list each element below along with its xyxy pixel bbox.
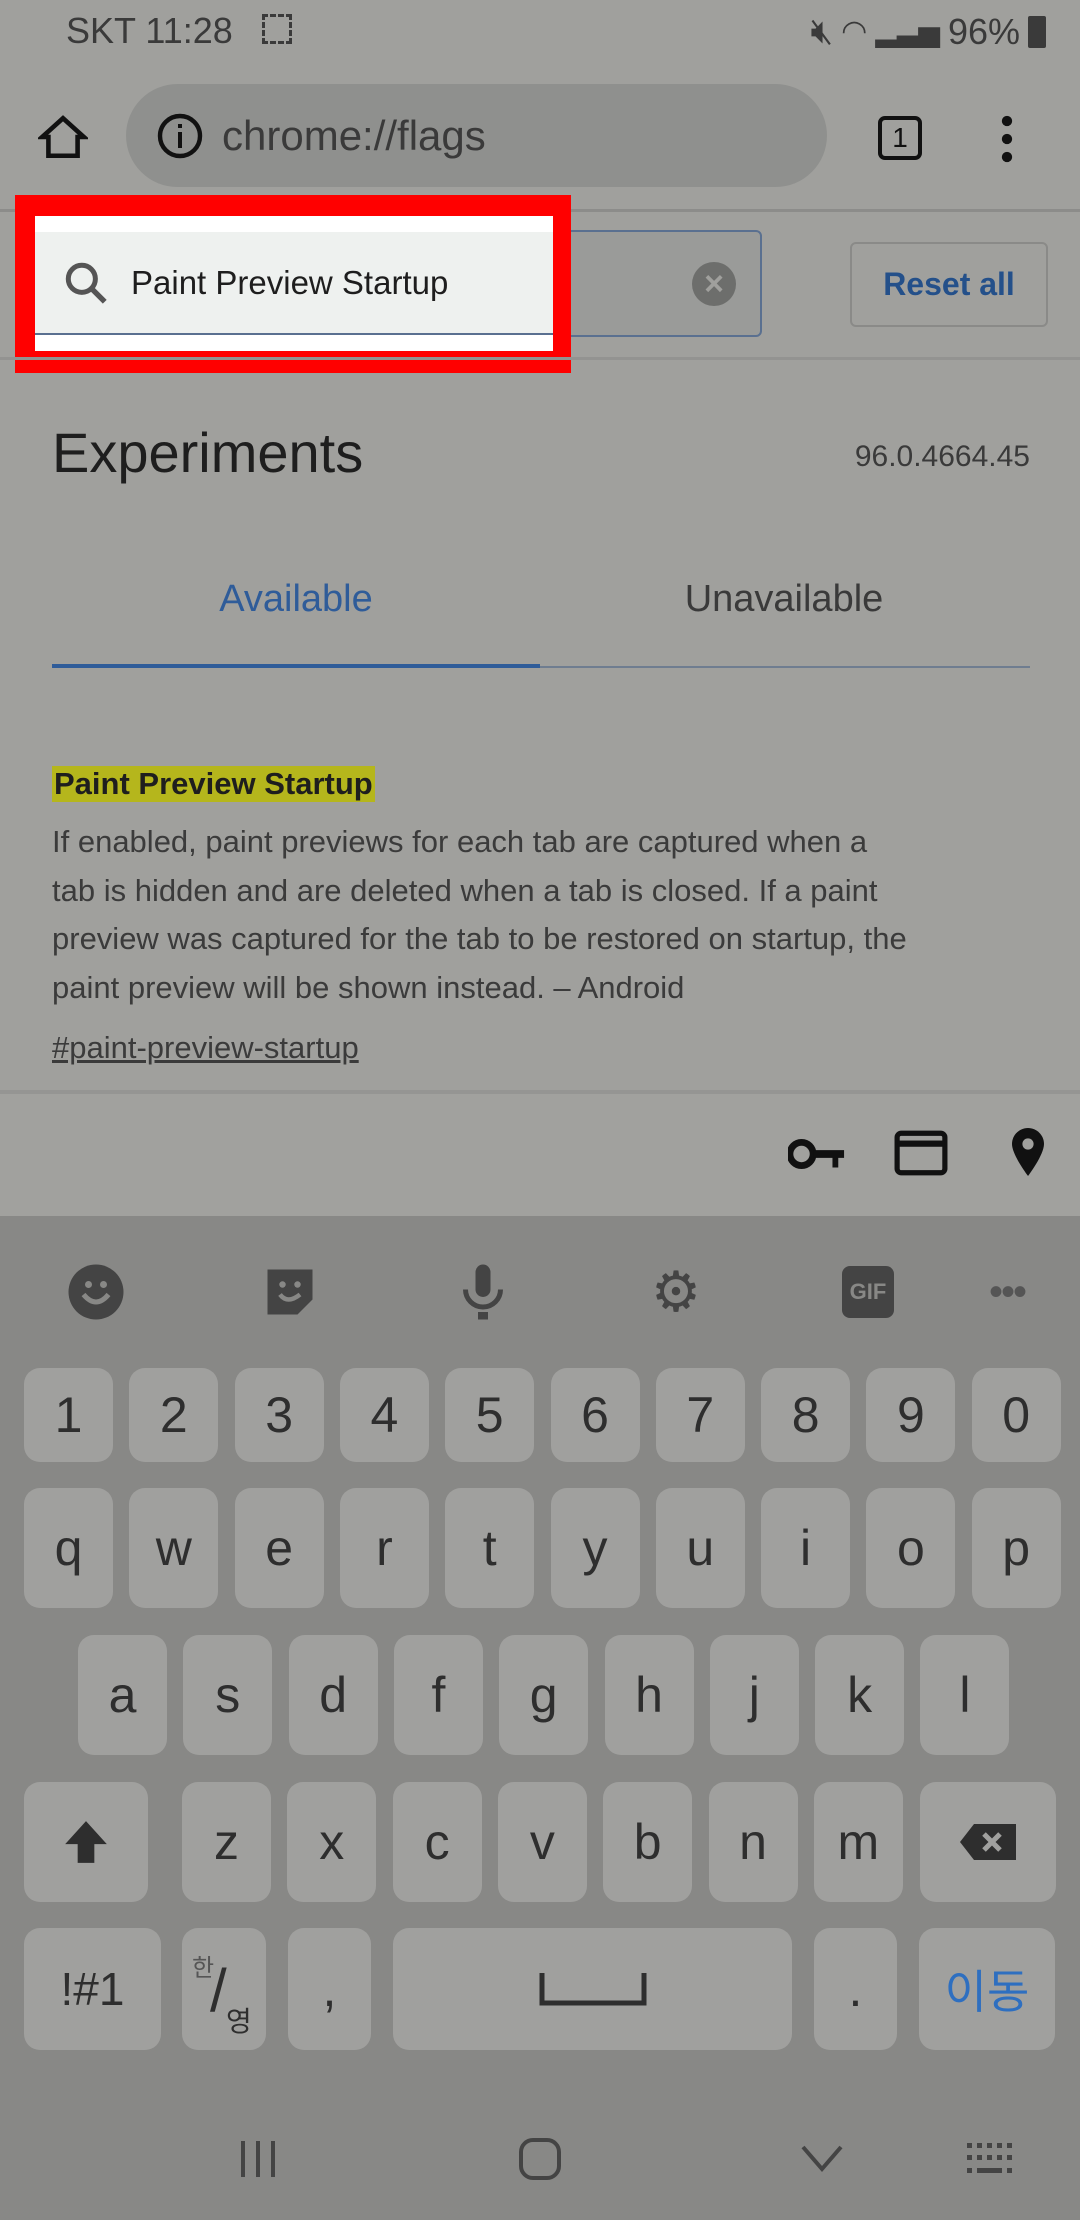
key-l[interactable]: l [920,1635,1010,1755]
key-x[interactable]: x [287,1782,377,1902]
wifi-icon: ◠ [841,15,868,48]
search-icon [65,262,107,304]
key-4[interactable]: 4 [339,1368,429,1462]
key-v[interactable]: v [497,1782,587,1902]
recents-icon[interactable] [223,2124,293,2194]
settings-icon[interactable]: ⚙ [646,1260,706,1323]
key-8[interactable]: 8 [761,1368,851,1462]
active-tab-indicator [52,664,540,668]
back-icon[interactable] [787,2124,857,2194]
browser-toolbar: chrome://flags 1 [0,60,1080,210]
tab-unavailable[interactable]: Unavailable [540,578,1028,621]
info-icon[interactable] [156,112,204,160]
key-6[interactable]: 6 [550,1368,640,1462]
shift-key[interactable] [24,1782,148,1902]
key-o[interactable]: o [866,1488,956,1608]
key-2[interactable]: 2 [129,1368,219,1462]
microphone-icon[interactable] [453,1262,513,1322]
key-y[interactable]: y [550,1488,640,1608]
backspace-icon [960,1824,1016,1860]
space-key[interactable] [393,1928,792,2050]
clear-search-icon[interactable]: × [692,262,736,306]
key-s[interactable]: s [183,1635,273,1755]
key-e[interactable]: e [234,1488,324,1608]
url-bar[interactable]: chrome://flags [126,84,827,187]
key-u[interactable]: u [655,1488,745,1608]
carrier-time: SKT 11:28 [66,10,233,51]
key-c[interactable]: c [392,1782,482,1902]
tab-available[interactable]: Available [52,578,540,621]
mute-icon: 🔇︎ [810,10,834,51]
key-a[interactable]: a [78,1635,167,1755]
reset-all-button[interactable]: Reset all [850,242,1048,327]
key-f[interactable]: f [393,1635,483,1755]
autofill-bar [0,1090,1080,1216]
tab-switcher-icon[interactable]: 1 [878,116,922,160]
key-z[interactable]: z [182,1782,271,1902]
gif-icon[interactable]: GIF [842,1266,894,1318]
key-r[interactable]: r [339,1488,429,1608]
page-title: Experiments [52,421,364,484]
flag-name: Paint Preview Startup [52,766,375,802]
screenshot-icon [262,14,292,44]
key-g[interactable]: g [499,1635,589,1755]
home-icon[interactable] [505,2124,575,2194]
key-5[interactable]: 5 [445,1368,535,1462]
battery-text: 96% [947,10,1020,52]
key-q[interactable]: q [24,1488,113,1608]
language-switch-key[interactable]: 한 / 영 [182,1928,266,2050]
key-b[interactable]: b [603,1782,693,1902]
key-p[interactable]: p [971,1488,1061,1608]
symbols-key[interactable]: !#1 [24,1928,161,2050]
location-pin-icon[interactable] [1012,1128,1044,1176]
go-key[interactable]: 이동 [919,1928,1055,2050]
key-h[interactable]: h [604,1635,694,1755]
key-0[interactable]: 0 [971,1368,1061,1462]
comma-key[interactable]: , [288,1928,371,2050]
key-icon[interactable] [788,1134,846,1174]
key-3[interactable]: 3 [234,1368,324,1462]
space-icon [539,1973,646,2006]
sticker-icon[interactable] [260,1262,320,1322]
keyboard-switch-icon[interactable] [955,2124,1025,2194]
search-input[interactable]: Paint Preview Startup [35,232,553,335]
key-n[interactable]: n [708,1782,798,1902]
key-w[interactable]: w [129,1488,219,1608]
more-horiz-icon[interactable]: ••• [977,1262,1037,1322]
more-vert-icon[interactable] [990,112,1024,166]
key-m[interactable]: m [813,1782,903,1902]
key-j[interactable]: j [709,1635,799,1755]
flag-description: If enabled, paint previews for each tab … [52,824,907,1005]
key-d[interactable]: d [288,1635,378,1755]
period-key[interactable]: . [814,1928,897,2050]
signal-icon: ▂▃▅ [875,16,940,47]
key-k[interactable]: k [815,1635,905,1755]
url-text: chrome://flags [222,111,486,159]
backspace-key[interactable] [920,1782,1056,1902]
version-label: 96.0.4664.45 [854,440,1030,473]
key-1[interactable]: 1 [24,1368,113,1462]
key-7[interactable]: 7 [655,1368,745,1462]
status-bar: SKT 11:28 🔇︎ ◠ ▂▃▅ 96% [0,0,1080,60]
shift-icon [65,1821,107,1863]
credit-card-icon[interactable] [894,1130,948,1176]
key-t[interactable]: t [445,1488,535,1608]
emoji-icon[interactable] [66,1262,126,1322]
search-value: Paint Preview Startup [131,263,449,301]
home-icon[interactable] [38,112,88,162]
key-9[interactable]: 9 [866,1368,956,1462]
flag-link[interactable]: #paint-preview-startup [52,1030,359,1066]
key-i[interactable]: i [761,1488,851,1608]
battery-icon [1028,15,1046,48]
